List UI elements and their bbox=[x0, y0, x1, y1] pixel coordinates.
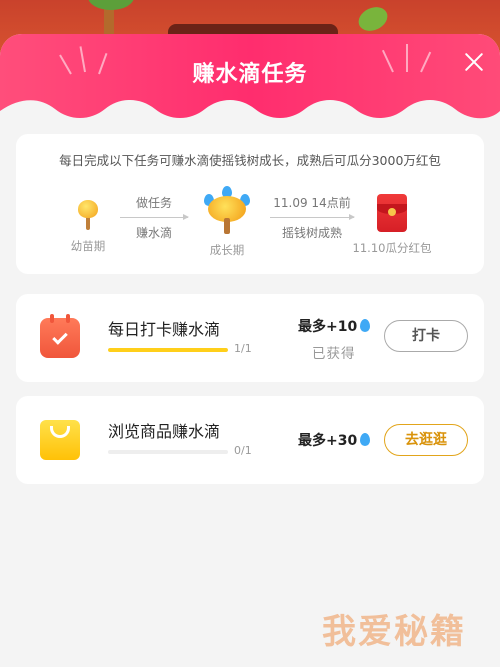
stage-red-envelope: 11.10瓜分红包 bbox=[350, 194, 434, 256]
task-progress-text: 1/1 bbox=[234, 342, 252, 355]
header-wave bbox=[0, 100, 500, 123]
arrow-right-icon bbox=[120, 214, 189, 220]
growth-info-card: 每日完成以下任务可赚水滴使摇钱树成长，成熟后可瓜分3000万红包 幼苗期 做任务… bbox=[16, 134, 484, 274]
arrow-right-icon bbox=[270, 214, 355, 220]
task-daily-checkin: 每日打卡赚水滴 1/1 最多+10 已获得 打卡 bbox=[16, 294, 484, 382]
reward-text: 最多+30 bbox=[298, 433, 358, 449]
close-icon[interactable] bbox=[462, 50, 486, 74]
task-progress-bar bbox=[108, 348, 228, 352]
stage-sapling: 幼苗期 bbox=[64, 200, 112, 254]
watermark: 我爱秘籍 bbox=[322, 612, 466, 652]
checkin-button[interactable]: 打卡 bbox=[384, 320, 468, 352]
task-progress-bar bbox=[108, 450, 228, 454]
progress-fill bbox=[108, 348, 228, 352]
task-name: 浏览商品赚水滴 bbox=[108, 422, 221, 441]
water-drop-icon bbox=[360, 433, 371, 446]
reward-text: 最多+10 bbox=[298, 319, 358, 335]
step-label: 做任务 bbox=[135, 196, 172, 210]
shopping-bag-icon bbox=[40, 420, 80, 460]
stage-growing: 成长期 bbox=[202, 186, 252, 258]
task-reward: 最多+10 bbox=[298, 316, 371, 336]
leaf-icon bbox=[354, 2, 392, 36]
red-envelope-icon bbox=[377, 194, 407, 232]
stage-label: 11.10瓜分红包 bbox=[352, 241, 432, 255]
status-obtained: 已获得 bbox=[312, 346, 356, 362]
task-name: 每日打卡赚水滴 bbox=[108, 320, 221, 339]
step-label: 摇钱树成熟 bbox=[281, 226, 342, 240]
sapling-icon bbox=[76, 200, 100, 230]
step-tree-mature: 11.09 14点前 摇钱树成熟 bbox=[270, 194, 355, 241]
calendar-check-icon bbox=[40, 314, 80, 358]
water-task-modal: 赚水滴任务 每日完成以下任务可赚水滴使摇钱树成长，成熟后可瓜分3000万红包 幼… bbox=[0, 34, 500, 667]
money-tree-icon bbox=[202, 186, 252, 234]
task-reward: 最多+30 bbox=[298, 430, 371, 450]
modal-header: 赚水滴任务 bbox=[0, 34, 500, 123]
tree-icon bbox=[88, 0, 134, 34]
stage-label: 幼苗期 bbox=[70, 239, 106, 253]
modal-title: 赚水滴任务 bbox=[192, 62, 308, 87]
water-drop-icon bbox=[360, 319, 371, 332]
stage-label: 成长期 bbox=[209, 243, 245, 257]
task-progress-text: 0/1 bbox=[234, 444, 252, 457]
step-do-tasks: 做任务 赚水滴 bbox=[120, 194, 189, 241]
browse-button[interactable]: 去逛逛 bbox=[384, 424, 468, 456]
task-browse-products: 浏览商品赚水滴 0/1 最多+30 去逛逛 bbox=[16, 396, 484, 484]
step-label: 11.09 14点前 bbox=[273, 196, 351, 210]
task-description: 每日完成以下任务可赚水滴使摇钱树成长，成熟后可瓜分3000万红包 bbox=[59, 153, 441, 168]
step-label: 赚水滴 bbox=[135, 226, 172, 240]
